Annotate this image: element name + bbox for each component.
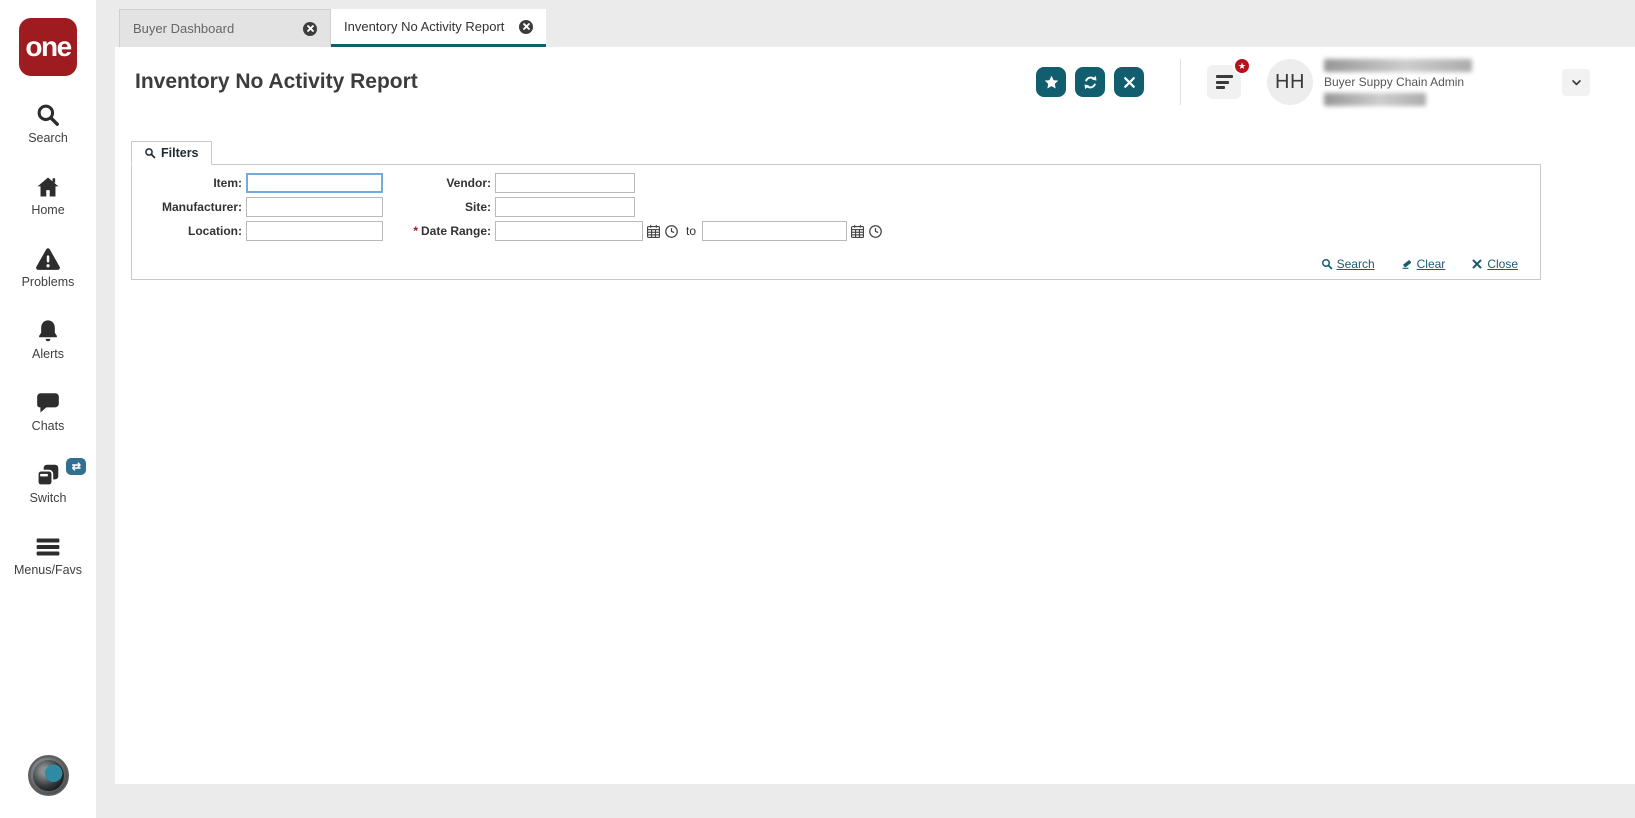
filter-row: Manufacturer: Site: — [132, 195, 1540, 219]
filters-section: Filters Item: Vendor: Manufacturer: Site… — [115, 141, 1635, 280]
sidebar-item-label: Problems — [21, 275, 75, 289]
warning-icon — [35, 246, 61, 272]
manufacturer-input[interactable] — [246, 197, 383, 217]
user-initials: HH — [1275, 70, 1305, 93]
manufacturer-label: Manufacturer: — [161, 200, 242, 214]
item-label: Item: — [213, 176, 242, 190]
sidebar: one Search Home Problems Alerts Chats ⇄ … — [0, 0, 96, 818]
bell-icon — [35, 318, 61, 344]
filters-panel: Item: Vendor: Manufacturer: Site: Locati… — [131, 164, 1541, 280]
close-x-icon — [1472, 259, 1482, 269]
sidebar-item-label: Menus/Favs — [13, 563, 83, 577]
tab-close-icon[interactable] — [519, 19, 533, 34]
clock-icon[interactable] — [664, 224, 679, 239]
one-network-logo[interactable]: one — [19, 18, 77, 76]
search-icon — [145, 148, 156, 159]
search-icon — [1321, 259, 1332, 270]
sidebar-item-label: Alerts — [32, 347, 64, 361]
refresh-icon — [1082, 74, 1099, 91]
clock-icon[interactable] — [868, 224, 883, 239]
user-menu-toggle[interactable] — [1562, 68, 1590, 96]
sidebar-item-label: Home — [31, 203, 65, 217]
user-role: Buyer Suppy Chain Admin — [1324, 74, 1465, 89]
item-input[interactable] — [246, 173, 383, 193]
search-icon — [35, 102, 61, 128]
tab-label: Inventory No Activity Report — [344, 19, 505, 34]
chat-bubble-icon — [35, 390, 61, 416]
site-input[interactable] — [495, 197, 635, 217]
close-icon — [1121, 74, 1138, 91]
calendar-icon[interactable] — [646, 224, 661, 239]
home-icon — [35, 174, 61, 200]
main-area: Buyer Dashboard Inventory No Activity Re… — [115, 0, 1635, 818]
filter-actions: Search Clear Close — [132, 257, 1540, 271]
sidebar-item-home[interactable]: Home — [31, 174, 65, 217]
switch-windows-icon — [35, 462, 61, 488]
favorite-badge-icon: ★ — [1233, 57, 1251, 75]
filter-row: Item: Vendor: — [132, 171, 1540, 195]
assistant-avatar[interactable] — [28, 755, 69, 796]
sidebar-item-label: Chats — [31, 419, 65, 433]
switch-swap-badge: ⇄ — [66, 458, 87, 475]
tab-label: Buyer Dashboard — [133, 21, 235, 36]
page-title: Inventory No Activity Report — [135, 70, 418, 93]
sidebar-item-label: Search — [28, 131, 68, 145]
favorite-button[interactable] — [1036, 67, 1066, 97]
user-info: Buyer Suppy Chain Admin — [1324, 58, 1562, 106]
sidebar-item-problems[interactable]: Problems — [21, 246, 75, 289]
calendar-icon[interactable] — [850, 224, 865, 239]
content-sheet: Inventory No Activity Report ★ HH Buyer … — [115, 47, 1635, 784]
user-avatar[interactable]: HH — [1267, 59, 1313, 105]
favorites-menu-button[interactable]: ★ — [1207, 57, 1251, 99]
header-controls: ★ HH Buyer Suppy Chain Admin — [1027, 57, 1590, 106]
sidebar-item-alerts[interactable]: Alerts — [32, 318, 64, 361]
chevron-down-icon — [1569, 75, 1584, 90]
date-to-input[interactable] — [702, 221, 848, 241]
close-report-button[interactable] — [1114, 67, 1144, 97]
sidebar-nav: Search Home Problems Alerts Chats ⇄ Swit… — [0, 102, 96, 606]
hamburger-icon — [35, 534, 61, 560]
filter-row: Location: * Date Range: to — [132, 219, 1540, 243]
logo-text: one — [25, 31, 72, 62]
tab-inventory-no-activity-report[interactable]: Inventory No Activity Report — [331, 9, 546, 47]
menu-lines-icon — [1215, 72, 1233, 91]
tab-buyer-dashboard[interactable]: Buyer Dashboard — [119, 9, 331, 47]
redacted-user-detail — [1324, 92, 1426, 106]
sidebar-item-label: Switch — [29, 491, 67, 505]
filters-tab[interactable]: Filters — [131, 141, 212, 165]
required-marker: * — [413, 224, 418, 238]
date-from-input[interactable] — [495, 221, 643, 241]
eraser-icon — [1402, 260, 1411, 269]
page-header: Inventory No Activity Report ★ HH Buyer … — [115, 47, 1635, 111]
tab-strip: Buyer Dashboard Inventory No Activity Re… — [115, 0, 1635, 47]
site-label: Site: — [464, 200, 491, 214]
filters-tab-label: Filters — [161, 146, 199, 160]
location-input[interactable] — [246, 221, 383, 241]
sidebar-item-search[interactable]: Search — [28, 102, 68, 145]
vendor-input[interactable] — [495, 173, 635, 193]
date-range-label: * Date Range: — [413, 224, 491, 238]
close-link[interactable]: Close — [1471, 257, 1518, 271]
sidebar-item-chats[interactable]: Chats — [31, 390, 65, 433]
refresh-button[interactable] — [1075, 67, 1105, 97]
star-icon — [1043, 74, 1060, 91]
vendor-label: Vendor: — [446, 176, 491, 190]
header-divider — [1180, 59, 1181, 105]
location-label: Location: — [188, 224, 242, 238]
sidebar-item-switch[interactable]: ⇄ Switch — [29, 458, 87, 505]
search-link[interactable]: Search — [1321, 257, 1375, 271]
tab-close-icon[interactable] — [303, 21, 317, 36]
clear-link[interactable]: Clear — [1401, 257, 1445, 271]
redacted-user-name — [1324, 58, 1472, 72]
sidebar-item-menus-favs[interactable]: Menus/Favs — [14, 534, 82, 577]
date-range-to-label: to — [686, 224, 697, 238]
